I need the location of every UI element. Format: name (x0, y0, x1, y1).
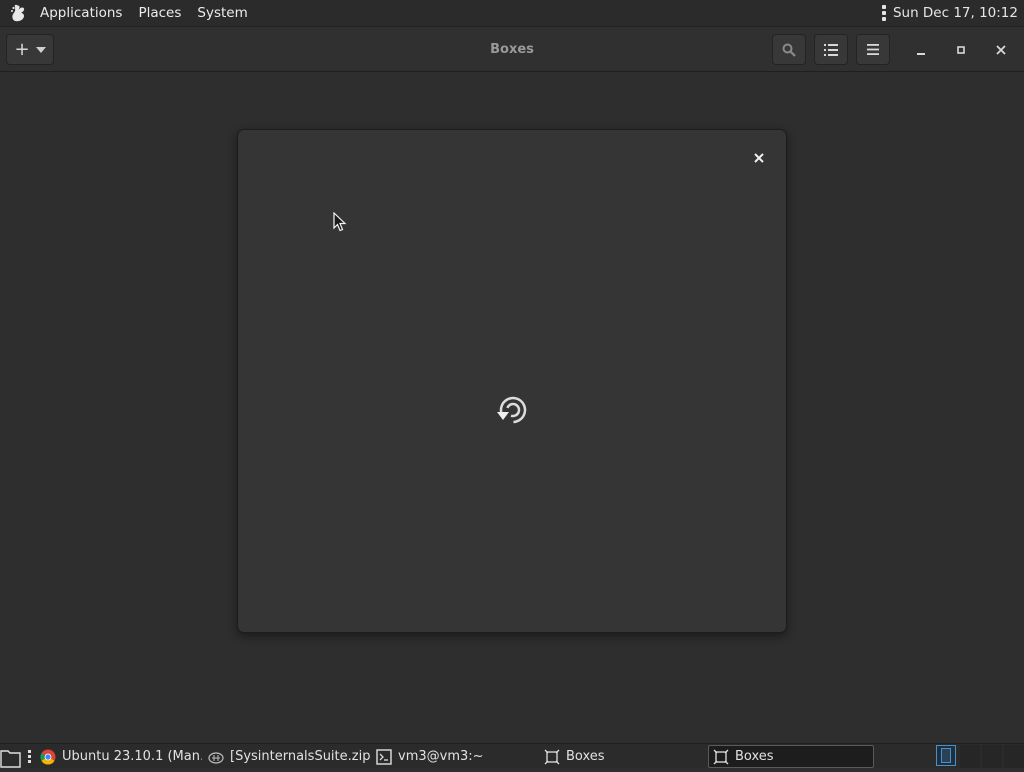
boxes-icon (544, 749, 560, 765)
boxes-headerbar: + Boxes (0, 26, 1024, 72)
maximize-button[interactable] (948, 37, 974, 63)
menu-applications[interactable]: Applications (32, 0, 130, 26)
chevron-down-icon (35, 46, 46, 53)
archive-icon (208, 749, 224, 765)
loading-spinner-icon (494, 392, 530, 428)
task-label: Ubuntu 23.10.1 (Man… (62, 749, 202, 764)
hamburger-icon (867, 44, 879, 55)
maximize-icon (957, 46, 965, 54)
boxes-icon (713, 749, 729, 765)
close-icon (754, 153, 764, 163)
list-icon (824, 43, 838, 56)
task-boxes[interactable]: Boxes (540, 745, 706, 768)
clock[interactable]: Sun Dec 17, 10:12 (893, 5, 1018, 21)
task-label: vm3@vm3:~ (398, 749, 484, 764)
workspace-1[interactable] (936, 745, 958, 768)
task-label: Boxes (566, 749, 605, 764)
plus-icon: + (14, 38, 30, 60)
terminal-icon (376, 748, 392, 765)
taskbar-handle-icon (28, 750, 31, 763)
gnome-foot-icon[interactable] (6, 0, 32, 26)
chrome-icon (40, 749, 56, 765)
search-button[interactable] (772, 34, 806, 65)
close-window-button[interactable] (988, 37, 1014, 63)
menu-button[interactable] (856, 34, 890, 65)
close-icon (996, 45, 1006, 55)
list-view-button[interactable] (814, 34, 848, 65)
workspace-3[interactable] (982, 745, 1002, 768)
show-desktop-button[interactable] (0, 746, 22, 768)
dialog-close-button[interactable] (748, 147, 770, 169)
task-label: Boxes (735, 749, 774, 764)
task-archive[interactable]: [SysinternalsSuite.zip ] (204, 745, 370, 768)
task-terminal[interactable]: vm3@vm3:~ (372, 745, 538, 768)
menu-system[interactable]: System (189, 0, 255, 26)
workspace-4[interactable] (1004, 745, 1024, 768)
mouse-cursor-icon (333, 211, 347, 232)
loading-dialog (237, 129, 787, 633)
menu-places[interactable]: Places (130, 0, 189, 26)
panel-handle-icon (881, 5, 887, 21)
search-icon (782, 43, 796, 57)
bottom-taskbar: Ubuntu 23.10.1 (Man… [SysinternalsSuite.… (0, 743, 1024, 768)
task-label: [SysinternalsSuite.zip ] (230, 749, 370, 764)
task-ubuntu-chrome[interactable]: Ubuntu 23.10.1 (Man… (36, 745, 202, 768)
task-boxes-active[interactable]: Boxes (708, 745, 874, 768)
top-panel: Applications Places System Sun Dec 17, 1… (0, 0, 1024, 26)
new-box-button[interactable]: + (6, 34, 54, 65)
minimize-button[interactable] (908, 37, 934, 63)
folder-icon (0, 750, 21, 768)
minimize-icon (917, 53, 925, 55)
workspace-2[interactable] (960, 745, 980, 768)
